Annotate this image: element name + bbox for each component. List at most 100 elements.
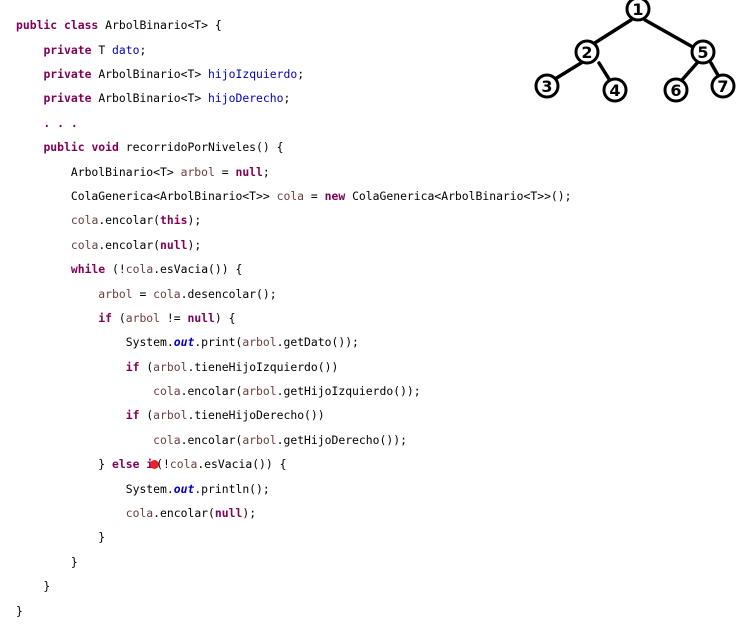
code-line-21: cola.encolar(null); [16, 507, 572, 519]
keyword-token: public void [43, 140, 126, 155]
code-token: } [16, 457, 113, 472]
code-token: recorridoPorNiveles() { [125, 140, 284, 155]
binary-tree-diagram: 1 2 5 3 4 6 7 [534, 0, 736, 103]
keyword-token: public class [16, 18, 106, 33]
code-line-6: public void recorridoPorNiveles() { [16, 141, 572, 153]
keyword-token: null [160, 237, 188, 252]
code-token: System. [16, 481, 174, 496]
tree-edge-2-3 [553, 61, 583, 81]
code-line-16: cola.encolar(arbol.getHijoIzquierdo()); [16, 385, 572, 397]
keyword-token: if [125, 408, 147, 423]
code-line-10: cola.encolar(null); [16, 239, 572, 251]
keyword-token: else i [112, 457, 154, 472]
code-token: .esVacia()) { [197, 457, 287, 472]
code-line-11: while (!cola.esVacia()) { [16, 263, 572, 275]
variable-token: arbol [180, 164, 215, 179]
code-token: .println(); [194, 481, 270, 496]
code-token: .desencolar(); [180, 286, 277, 301]
keyword-token: if [125, 359, 147, 374]
code-token: .getDato()); [276, 335, 359, 350]
code-token: ; [283, 91, 291, 106]
code-token: ); [187, 213, 202, 228]
code-token: (! [156, 457, 170, 472]
variable-token: cola [153, 384, 181, 399]
code-line-22: } [16, 531, 572, 543]
variable-token: arbol [98, 286, 133, 301]
code-token: ArbolBinario<T> [98, 91, 209, 106]
tree-edge-1-2 [588, 18, 633, 48]
code-editor[interactable]: public class ArbolBinario<T> { private T… [16, 7, 572, 629]
code-token: .getHijoIzquierdo()); [276, 384, 421, 399]
tree-node-2-label: 2 [581, 43, 592, 62]
code-token: } [16, 530, 106, 545]
code-token: ArbolBinario<T> [16, 164, 181, 179]
code-line-19: } else i (!cola.esVacia()) { [16, 458, 572, 470]
tree-edge-5-6 [680, 61, 699, 82]
static-field-token: out [173, 335, 195, 350]
code-token: .esVacia()) { [153, 262, 243, 277]
variable-token: arbol [153, 408, 188, 423]
code-token: .tieneHijoIzquierdo()) [187, 359, 339, 374]
code-line-17: if (arbol.tieneHijoDerecho()) [16, 409, 572, 421]
variable-token: cola [169, 457, 198, 472]
variable-token: cola [153, 432, 181, 447]
code-line-15: if (arbol.tieneHijoIzquierdo()) [16, 361, 572, 373]
variable-token: cola [276, 188, 305, 203]
tree-edge-2-4 [597, 61, 611, 81]
code-line-2: private T dato; [16, 42, 572, 57]
code-token: T [98, 42, 113, 57]
code-line-19-end: (!cola.esVacia()) { [156, 457, 286, 471]
tree-node-5-label: 5 [697, 43, 708, 62]
variable-token: arbol [153, 359, 188, 374]
variable-token: arbol [242, 335, 277, 350]
code-token: .encolar( [98, 237, 161, 252]
keyword-token: new [324, 188, 353, 203]
code-line-24: } [16, 580, 572, 592]
code-token: = [132, 286, 154, 301]
variable-token: arbol [242, 432, 277, 447]
variable-token: cola [70, 237, 99, 252]
static-field-token: out [173, 481, 195, 496]
code-token: (! [112, 262, 126, 277]
field-token: hijoIzquierdo [208, 66, 298, 81]
keyword-token: private [43, 66, 99, 81]
code-token: ColaGenerica<ArbolBinario<T>>(); [352, 188, 572, 203]
code-token: .encolar( [153, 506, 215, 521]
tree-edge-1-5 [643, 18, 693, 48]
keyword-token: while [70, 262, 113, 277]
code-token: ; [139, 42, 147, 57]
tree-node-6-label: 6 [670, 81, 681, 100]
keyword-token: null [214, 506, 243, 521]
code-line-3: private ArbolBinario<T> hijoIzquierdo; [16, 68, 572, 80]
code-line-5: . . . [16, 117, 572, 129]
code-line-9: cola.encolar(this); [16, 214, 572, 226]
code-token: .encolar( [180, 384, 243, 399]
code-token: ArbolBinario<T> [98, 66, 209, 81]
code-token: != [160, 310, 188, 325]
keyword-token: null [187, 310, 215, 325]
code-token: .tieneHijoDerecho()) [187, 408, 325, 423]
code-token: } [16, 579, 51, 594]
code-line-19-start: } else i [16, 457, 153, 471]
code-line-23: } [16, 556, 572, 568]
code-token: } [16, 554, 78, 569]
variable-token: arbol [125, 310, 161, 325]
code-line-13: if (arbol != null) { [16, 312, 572, 324]
code-token: ; [262, 164, 270, 179]
code-token: .encolar( [98, 213, 161, 228]
tree-node-1-label: 1 [632, 0, 643, 19]
variable-token: arbol [242, 384, 277, 399]
code-line-12: arbol = cola.desencolar(); [16, 286, 572, 301]
tree-node-7-label: 7 [717, 77, 728, 96]
